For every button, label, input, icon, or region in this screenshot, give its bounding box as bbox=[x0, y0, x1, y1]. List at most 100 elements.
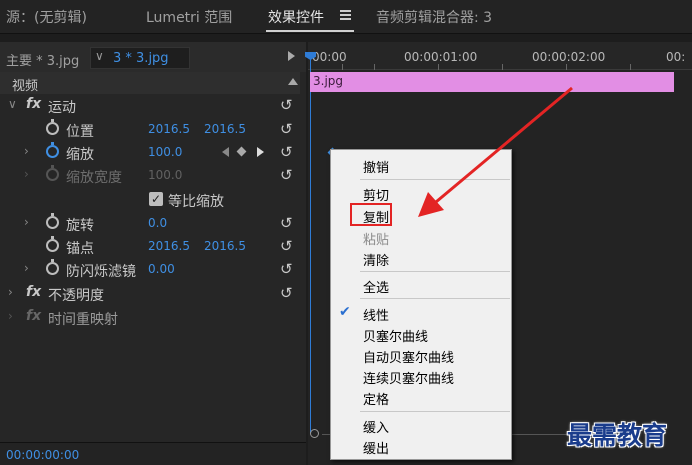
ruler-tick bbox=[342, 64, 343, 70]
reset-icon[interactable]: ↺ bbox=[280, 260, 293, 278]
scroll-handle[interactable] bbox=[310, 429, 319, 438]
scale-label: 缩放 bbox=[66, 147, 94, 163]
property-scale-width-row: › 缩放宽度 100.0 ↺ bbox=[0, 164, 306, 187]
menu-item-ease-out[interactable]: 缓出 bbox=[363, 438, 389, 457]
menu-item-continuous-bezier[interactable]: 连续贝塞尔曲线 bbox=[363, 368, 454, 387]
menu-item-bezier[interactable]: 贝塞尔曲线 bbox=[363, 326, 428, 345]
expand-chevron-icon[interactable]: › bbox=[24, 144, 29, 158]
rotation-label: 旋转 bbox=[66, 218, 94, 234]
play-icon[interactable] bbox=[288, 51, 295, 61]
next-keyframe-icon[interactable] bbox=[257, 147, 264, 157]
expand-chevron-icon[interactable]: › bbox=[8, 285, 13, 299]
menu-item-auto-bezier[interactable]: 自动贝塞尔曲线 bbox=[363, 347, 454, 366]
panel-menu-icon[interactable] bbox=[340, 10, 351, 20]
chevron-down-icon: ∨ bbox=[95, 49, 104, 63]
expand-chevron-icon[interactable]: › bbox=[8, 309, 13, 323]
menu-item-undo[interactable]: 撤销 bbox=[363, 157, 389, 176]
flicker-value[interactable]: 0.00 bbox=[148, 262, 175, 276]
clip-bar-label: 3.jpg bbox=[313, 74, 344, 88]
add-keyframe-icon[interactable] bbox=[236, 146, 247, 157]
scale-width-value: 100.0 bbox=[148, 168, 183, 182]
expand-chevron-icon[interactable]: › bbox=[24, 215, 29, 229]
opacity-label: 不透明度 bbox=[48, 288, 104, 304]
position-x-value[interactable]: 2016.5 bbox=[148, 122, 190, 136]
collapse-up-icon[interactable] bbox=[288, 78, 298, 85]
time-ruler[interactable]: 00:00 00:00:01:00 00:00:02:00 00: bbox=[308, 42, 692, 70]
watermark-logo: 最需教育 bbox=[567, 421, 668, 450]
reset-icon[interactable]: ↺ bbox=[280, 214, 293, 232]
ruler-tick bbox=[566, 64, 567, 70]
stopwatch-icon[interactable] bbox=[46, 236, 59, 252]
tab-audio-clip-mixer[interactable]: 音频剪辑混合器: 3 bbox=[376, 7, 492, 27]
uniform-scale-label: 等比缩放 bbox=[168, 194, 224, 210]
anchor-y-value[interactable]: 2016.5 bbox=[204, 239, 246, 253]
ruler-tick-label: 00:00:01:00 bbox=[404, 50, 478, 64]
uniform-scale-checkbox[interactable]: ✓ bbox=[149, 192, 163, 206]
scale-value[interactable]: 100.0 bbox=[148, 145, 182, 159]
current-timecode[interactable]: 00:00:00:00 bbox=[6, 448, 79, 462]
stopwatch-icon[interactable] bbox=[46, 119, 59, 135]
menu-separator bbox=[360, 298, 510, 299]
tab-effect-controls[interactable]: 效果控件 bbox=[268, 7, 324, 27]
ruler-tick bbox=[374, 64, 375, 70]
time-remap-label: 时间重映射 bbox=[48, 312, 118, 328]
flicker-label: 防闪烁滤镜 bbox=[66, 264, 136, 280]
menu-separator bbox=[360, 411, 510, 412]
menu-item-cut[interactable]: 剪切 bbox=[363, 185, 389, 204]
video-section-label: 视频 bbox=[12, 79, 39, 94]
stopwatch-icon[interactable] bbox=[46, 259, 59, 275]
property-scale-row: › 缩放 100.0 ↺ bbox=[0, 141, 306, 164]
master-clip-label[interactable]: 主要 * 3.jpg bbox=[6, 50, 79, 69]
ruler-tick bbox=[502, 64, 503, 70]
property-anchor-row: 锚点 2016.5 2016.5 ↺ bbox=[0, 235, 306, 258]
previous-keyframe-icon[interactable] bbox=[222, 147, 229, 157]
menu-separator bbox=[360, 271, 510, 272]
tab-lumetri-scopes[interactable]: Lumetri 范围 bbox=[146, 7, 232, 27]
stopwatch-icon[interactable] bbox=[46, 213, 59, 229]
status-bar: 00:00:00:00 bbox=[0, 442, 306, 465]
menu-separator bbox=[360, 179, 510, 180]
context-menu: 撤销 剪切 复制 粘贴 清除 全选 ✔ 线性 贝塞尔曲线 自动贝塞尔曲线 连续贝… bbox=[330, 149, 512, 460]
fx-icon[interactable]: fx bbox=[26, 284, 41, 300]
clip-selector[interactable]: ∨ 3 * 3.jpg bbox=[90, 47, 190, 69]
playhead[interactable] bbox=[310, 58, 311, 433]
selected-clip-name: 3 * 3.jpg bbox=[113, 51, 169, 66]
anchor-label: 锚点 bbox=[66, 241, 94, 257]
position-label: 位置 bbox=[66, 124, 94, 140]
menu-item-ease-in[interactable]: 缓入 bbox=[363, 417, 389, 436]
reset-icon[interactable]: ↺ bbox=[280, 120, 293, 138]
reset-icon[interactable]: ↺ bbox=[280, 237, 293, 255]
menu-item-select-all[interactable]: 全选 bbox=[363, 277, 389, 296]
reset-icon[interactable]: ↺ bbox=[280, 143, 293, 161]
ruler-tick-label: 00:00 bbox=[312, 50, 347, 64]
position-y-value[interactable]: 2016.5 bbox=[204, 122, 246, 136]
menu-item-hold[interactable]: 定格 bbox=[363, 389, 389, 408]
video-section-header: 视频 bbox=[0, 72, 300, 94]
expand-chevron-icon[interactable]: › bbox=[24, 261, 29, 275]
effect-opacity-row[interactable]: › fx 不透明度 ↺ bbox=[0, 282, 306, 305]
expand-chevron-icon[interactable]: › bbox=[24, 167, 29, 181]
expand-chevron-icon[interactable]: ∨ bbox=[8, 97, 17, 111]
rotation-value[interactable]: 0.0 bbox=[148, 216, 167, 230]
property-rotation-row: › 旋转 0.0 ↺ bbox=[0, 212, 306, 235]
reset-icon[interactable]: ↺ bbox=[280, 284, 293, 302]
menu-item-clear[interactable]: 清除 bbox=[363, 250, 389, 269]
property-flicker-row: › 防闪烁滤镜 0.00 ↺ bbox=[0, 258, 306, 281]
anchor-x-value[interactable]: 2016.5 bbox=[148, 239, 190, 253]
effect-motion-row[interactable]: ∨ fx 运动 ↺ bbox=[0, 94, 306, 117]
fx-icon[interactable]: fx bbox=[26, 96, 41, 112]
menu-item-linear[interactable]: 线性 bbox=[363, 305, 389, 324]
tab-source[interactable]: 源：(无剪辑) bbox=[6, 7, 87, 27]
ruler-tick bbox=[630, 64, 631, 70]
ruler-tick-label: 00:00:02:00 bbox=[532, 50, 606, 64]
effect-time-remap-row[interactable]: › fx 时间重映射 bbox=[0, 306, 306, 329]
scale-width-label: 缩放宽度 bbox=[66, 170, 122, 186]
stopwatch-active-icon[interactable] bbox=[46, 142, 59, 158]
panel-tab-bar: 源：(无剪辑) Lumetri 范围 效果控件 音频剪辑混合器: 3 bbox=[0, 0, 692, 34]
reset-icon[interactable]: ↺ bbox=[280, 166, 293, 184]
active-tab-underline bbox=[266, 30, 354, 32]
reset-icon[interactable]: ↺ bbox=[280, 96, 293, 114]
motion-label: 运动 bbox=[48, 100, 76, 116]
clip-bar[interactable]: 3.jpg bbox=[310, 72, 674, 92]
ruler-tick-label: 00: bbox=[666, 50, 686, 64]
